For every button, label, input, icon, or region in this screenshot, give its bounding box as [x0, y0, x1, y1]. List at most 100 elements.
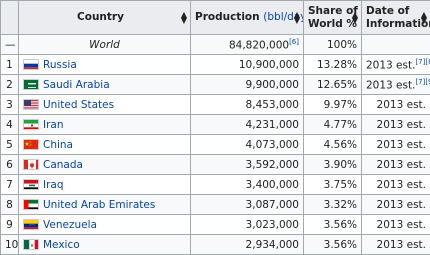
date-cell: 2013 est.	[362, 95, 430, 115]
date-value: 2013 est.	[377, 239, 426, 251]
table-row: 2Saudi Arabia9,900,00012.65%2013 est.[7]…	[1, 75, 430, 95]
date-cell: 2013 est.	[362, 135, 430, 155]
share-cell: 3.56%	[304, 235, 362, 255]
date-value: 2013 est.	[377, 179, 426, 191]
share-cell: 12.65%	[304, 75, 362, 95]
country-cell: Iran	[19, 115, 191, 135]
rank-header[interactable]	[1, 1, 19, 35]
table-row: 6Canada3,592,0003.90%2013 est.	[1, 155, 430, 175]
date-cell: 2013 est.	[362, 175, 430, 195]
country-link[interactable]: United States	[43, 99, 114, 111]
country-cell: China	[19, 135, 191, 155]
rank-cell: 9	[1, 215, 19, 235]
table-row: 8United Arab Emirates3,087,0003.32%2013 …	[1, 195, 430, 215]
table-row: 7 Iraq 3,400,0003.75% 2013 est.	[1, 175, 430, 195]
rank-cell: 5	[1, 135, 19, 155]
date-value: 2013 est.	[377, 219, 426, 231]
share-cell: 4.56%	[304, 135, 362, 155]
world-share: 100%	[304, 35, 362, 55]
country-link[interactable]: United Arab Emirates	[43, 199, 155, 211]
country-link[interactable]: Venezuela	[43, 219, 97, 231]
country-cell: United Arab Emirates	[19, 195, 191, 215]
country-link[interactable]: China	[43, 139, 73, 151]
date-header[interactable]: Date of Information ▲▼	[362, 1, 430, 35]
sort-arrows-icon[interactable]: ▲▼	[294, 12, 300, 24]
date-cell: 2013 est.[7][8]	[362, 55, 430, 75]
production-cell: 4,073,000	[191, 135, 304, 155]
table-row: 10 Mexico 2,934,0003.56% 2013 est.	[1, 235, 430, 255]
production-cell: 3,400,000	[191, 175, 304, 195]
sort-arrows-icon[interactable]: ▲▼	[352, 12, 358, 24]
world-label: World	[19, 35, 191, 55]
share-cell: 9.97%	[304, 95, 362, 115]
production-cell: 8,453,000	[191, 95, 304, 115]
country-header[interactable]: Country ▲▼	[19, 1, 191, 35]
rank-cell: 2	[1, 75, 19, 95]
world-row: — World 84,820,000[6] 100%	[1, 35, 430, 55]
china-flag-icon	[23, 139, 39, 150]
reference-link[interactable]: [7][8]	[415, 58, 430, 66]
production-cell: 2,934,000	[191, 235, 304, 255]
share-cell: 4.77%	[304, 115, 362, 135]
country-header-label: Country	[77, 11, 124, 23]
world-production: 84,820,000[6]	[191, 35, 304, 55]
table-row: 3United States8,453,0009.97%2013 est.	[1, 95, 430, 115]
share-header-line1: Share of	[308, 5, 358, 17]
production-header[interactable]: Production (bbl/day) ▲▼	[191, 1, 304, 35]
date-value: 2013 est.	[366, 79, 415, 91]
world-date	[362, 35, 430, 55]
country-link[interactable]: Mexico	[43, 239, 80, 251]
country-cell: Venezuela	[19, 215, 191, 235]
country-cell: Canada	[19, 155, 191, 175]
production-cell: 10,900,000	[191, 55, 304, 75]
date-cell: 2013 est.	[362, 195, 430, 215]
date-value: 2013 est.	[377, 199, 426, 211]
date-cell: 2013 est.	[362, 215, 430, 235]
canada-flag-icon	[23, 159, 39, 170]
uae-flag-icon	[23, 199, 39, 210]
country-cell: Russia	[19, 55, 191, 75]
table-row: 4 Iran 4,231,0004.77% 2013 est.	[1, 115, 430, 135]
rank-cell: 7	[1, 175, 19, 195]
date-value: 2013 est.	[377, 139, 426, 151]
rank-cell: 1	[1, 55, 19, 75]
date-cell: 2013 est.	[362, 235, 430, 255]
world-rank: —	[1, 35, 19, 55]
sort-arrows-icon[interactable]: ▲▼	[181, 12, 187, 24]
united-states-flag-icon	[23, 99, 39, 110]
production-cell: 9,900,000	[191, 75, 304, 95]
country-cell: Saudi Arabia	[19, 75, 191, 95]
country-link[interactable]: Saudi Arabia	[43, 79, 110, 91]
reference-link[interactable]: [7][9]	[415, 78, 430, 86]
date-value: 2013 est.	[366, 59, 415, 71]
country-cell: Mexico	[19, 235, 191, 255]
russia-flag-icon	[23, 59, 39, 70]
country-link[interactable]: Iraq	[43, 179, 64, 191]
rank-cell: 4	[1, 115, 19, 135]
share-cell: 3.75%	[304, 175, 362, 195]
date-value: 2013 est.	[377, 119, 426, 131]
rank-cell: 6	[1, 155, 19, 175]
rank-cell: 10	[1, 235, 19, 255]
sort-arrows-icon[interactable]: ▲▼	[421, 12, 427, 24]
iraq-flag-icon	[23, 179, 39, 190]
share-header-line2: World %	[308, 18, 357, 30]
world-production-value: 84,820,000	[229, 39, 289, 51]
country-link[interactable]: Russia	[43, 59, 77, 71]
share-cell: 13.28%	[304, 55, 362, 75]
share-cell: 3.32%	[304, 195, 362, 215]
date-cell: 2013 est.[7][9]	[362, 75, 430, 95]
production-cell: 4,231,000	[191, 115, 304, 135]
country-link[interactable]: Iran	[43, 119, 64, 131]
share-cell: 3.90%	[304, 155, 362, 175]
share-header[interactable]: Share of World % ▲▼	[304, 1, 362, 35]
oil-production-table: Country ▲▼ Production (bbl/day) ▲▼ Share…	[0, 0, 430, 255]
venezuela-flag-icon	[23, 219, 39, 230]
reference-link[interactable]: [6]	[289, 38, 299, 46]
country-link[interactable]: Canada	[43, 159, 83, 171]
date-value: 2013 est.	[377, 159, 426, 171]
rank-cell: 8	[1, 195, 19, 215]
date-cell: 2013 est.	[362, 115, 430, 135]
table-row: 1Russia10,900,00013.28%2013 est.[7][8]	[1, 55, 430, 75]
iran-flag-icon	[23, 119, 39, 130]
